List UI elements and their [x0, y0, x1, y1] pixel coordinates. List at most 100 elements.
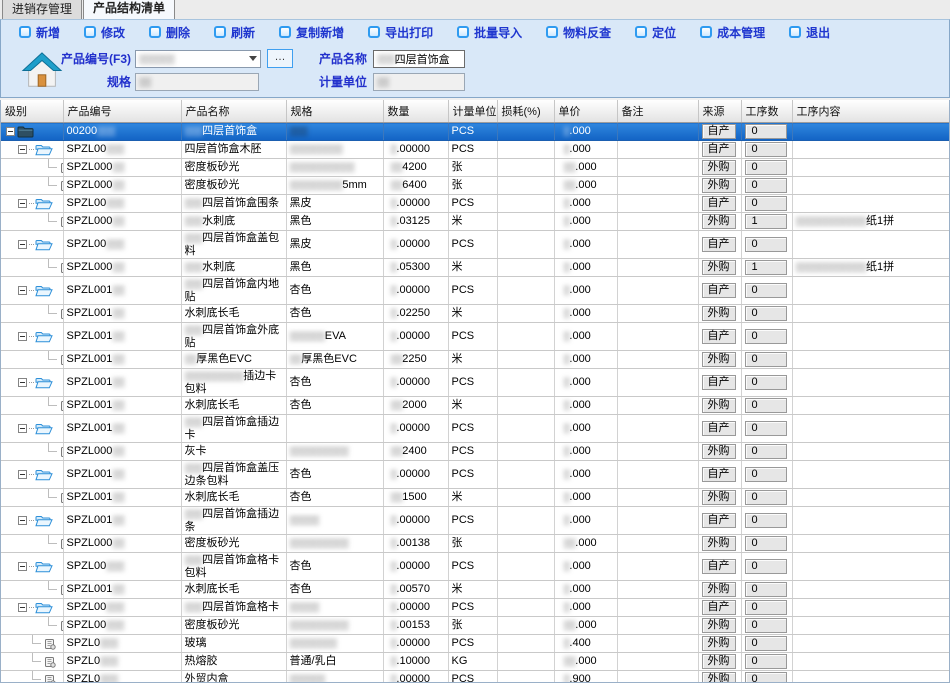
source-button[interactable]: 自产 — [702, 421, 736, 436]
collapse-toggle[interactable] — [18, 603, 27, 612]
source-button[interactable]: 外购 — [702, 444, 736, 459]
proc-count-button[interactable]: 0 — [745, 196, 787, 211]
toolbar-button-export-print[interactable]: 导出打印 — [368, 24, 433, 41]
toolbar-button-material-lookup[interactable]: 物料反查 — [546, 24, 611, 41]
source-button[interactable]: 自产 — [702, 124, 736, 139]
table-row[interactable]: SPZL000▒▒密度板砂光▒▒▒▒▒▒▒▒▒▒▒▒▒4200张▒▒.000外购… — [1, 159, 950, 177]
unit-field[interactable]: ▒▒ — [373, 73, 465, 91]
toolbar-button-modify[interactable]: 修改 — [84, 24, 125, 41]
source-button[interactable]: 自产 — [702, 283, 736, 298]
product-name-field[interactable]: ▒▒▒四层首饰盒 — [373, 50, 465, 68]
source-button[interactable]: 自产 — [702, 375, 736, 390]
proc-count-button[interactable]: 0 — [745, 672, 787, 683]
collapse-toggle[interactable] — [18, 332, 27, 341]
proc-count-button[interactable]: 0 — [745, 513, 787, 528]
toolbar-button-cost-management[interactable]: 成本管理 — [700, 24, 765, 41]
source-button[interactable]: 自产 — [702, 142, 736, 157]
proc-count-button[interactable]: 1 — [745, 260, 787, 275]
column-header-qty[interactable]: 数量 — [383, 100, 448, 123]
source-button[interactable]: 外购 — [702, 618, 736, 633]
column-header-source[interactable]: 来源 — [698, 100, 741, 123]
column-header-proc-content[interactable]: 工序内容 — [792, 100, 950, 123]
product-code-combobox[interactable]: ▒▒▒▒▒▒ — [135, 50, 261, 68]
browse-button[interactable]: … — [267, 49, 293, 68]
column-header-product-name[interactable]: 产品名称 — [181, 100, 286, 123]
collapse-toggle[interactable] — [18, 378, 27, 387]
column-header-loss[interactable]: 损耗(%) — [497, 100, 554, 123]
toolbar-button-delete[interactable]: 删除 — [149, 24, 190, 41]
toolbar-button-add[interactable]: 新增 — [19, 24, 60, 41]
collapse-toggle[interactable] — [6, 127, 15, 136]
table-row[interactable]: SPZL00▒▒▒四层首饰盒木胚▒▒▒▒▒▒▒▒▒▒.00000PCS▒.000… — [1, 141, 950, 159]
source-button[interactable]: 外购 — [702, 582, 736, 597]
proc-count-button[interactable]: 0 — [745, 636, 787, 651]
source-button[interactable]: 外购 — [702, 398, 736, 413]
proc-count-button[interactable]: 0 — [745, 178, 787, 193]
proc-count-button[interactable]: 0 — [745, 160, 787, 175]
source-button[interactable]: 外购 — [702, 672, 736, 683]
column-header-price[interactable]: 单价 — [554, 100, 617, 123]
table-row[interactable]: SPZL0▒▒▒热熔胶普通/乳白▒.10000KG▒▒.000外购0 — [1, 653, 950, 671]
source-button[interactable]: 自产 — [702, 513, 736, 528]
table-row[interactable]: SPZL00▒▒▒密度板砂光▒▒▒▒▒▒▒▒▒▒▒.00153张▒▒.000外购… — [1, 617, 950, 635]
proc-count-button[interactable]: 0 — [745, 490, 787, 505]
table-row[interactable]: SPZL001▒▒水刺底长毛杏色▒▒2000米▒.000外购0 — [1, 397, 950, 415]
source-button[interactable]: 外购 — [702, 260, 736, 275]
table-row[interactable]: SPZL001▒▒▒▒▒四层首饰盒盖压边条包料杏色▒.00000PCS▒.000… — [1, 461, 950, 489]
proc-count-button[interactable]: 0 — [745, 329, 787, 344]
toolbar-button-copy-add[interactable]: 复制新增 — [279, 24, 344, 41]
proc-count-button[interactable]: 0 — [745, 654, 787, 669]
column-header-note[interactable]: 备注 — [617, 100, 698, 123]
proc-count-button[interactable]: 0 — [745, 421, 787, 436]
column-header-level[interactable]: 级别 — [1, 100, 63, 123]
table-row[interactable]: SPZL001▒▒水刺底长毛杏色▒▒1500米▒.000外购0 — [1, 489, 950, 507]
proc-count-button[interactable]: 0 — [745, 142, 787, 157]
table-row[interactable]: SPZL000▒▒密度板砂光▒▒▒▒▒▒▒▒▒5mm▒▒6400张▒▒.000外… — [1, 177, 950, 195]
table-row[interactable]: SPZL001▒▒▒▒▒四层首饰盒内地贴杏色▒.00000PCS▒.000自产0 — [1, 277, 950, 305]
source-button[interactable]: 外购 — [702, 160, 736, 175]
collapse-toggle[interactable] — [18, 286, 27, 295]
proc-count-button[interactable]: 0 — [745, 600, 787, 615]
table-row[interactable]: SPZL00▒▒▒▒▒▒四层首饰盒格卡▒▒▒▒▒▒.00000PCS▒.000自… — [1, 599, 950, 617]
home-icon[interactable] — [21, 50, 63, 91]
toolbar-button-refresh[interactable]: 刷新 — [214, 24, 255, 41]
table-row[interactable]: SPZL000▒▒灰卡▒▒▒▒▒▒▒▒▒▒▒▒2400PCS▒.000外购0 — [1, 443, 950, 461]
collapse-toggle[interactable] — [18, 424, 27, 433]
source-button[interactable]: 自产 — [702, 196, 736, 211]
collapse-toggle[interactable] — [18, 240, 27, 249]
proc-count-button[interactable]: 0 — [745, 237, 787, 252]
collapse-toggle[interactable] — [18, 516, 27, 525]
column-header-proc-count[interactable]: 工序数 — [741, 100, 792, 123]
proc-count-button[interactable]: 0 — [745, 375, 787, 390]
toolbar-button-locate[interactable]: 定位 — [635, 24, 676, 41]
source-button[interactable]: 外购 — [702, 636, 736, 651]
collapse-toggle[interactable] — [18, 470, 27, 479]
proc-count-button[interactable]: 0 — [745, 444, 787, 459]
table-row[interactable]: SPZL00▒▒▒▒▒▒四层首饰盒围条黑皮▒.00000PCS▒.000自产0 — [1, 195, 950, 213]
toolbar-button-batch-import[interactable]: 批量导入 — [457, 24, 522, 41]
column-header-product-code[interactable]: 产品编号 — [63, 100, 181, 123]
proc-count-button[interactable]: 0 — [745, 124, 787, 139]
table-row[interactable]: SPZL001▒▒水刺底长毛杏色▒.00570米▒.000外购0 — [1, 581, 950, 599]
source-button[interactable]: 外购 — [702, 536, 736, 551]
table-row[interactable]: SPZL001▒▒水刺底长毛杏色▒.02250米▒.000外购0 — [1, 305, 950, 323]
proc-count-button[interactable]: 1 — [745, 214, 787, 229]
collapse-toggle[interactable] — [18, 562, 27, 571]
table-row[interactable]: SPZL001▒▒▒▒▒四层首饰盒插边卡▒.00000PCS▒.000自产0 — [1, 415, 950, 443]
table-row[interactable]: SPZL001▒▒▒▒厚黑色EVC▒▒厚黑色EVC▒▒2250米▒.000外购0 — [1, 351, 950, 369]
source-button[interactable]: 外购 — [702, 214, 736, 229]
proc-count-button[interactable]: 0 — [745, 398, 787, 413]
proc-count-button[interactable]: 0 — [745, 283, 787, 298]
source-button[interactable]: 外购 — [702, 306, 736, 321]
source-button[interactable]: 外购 — [702, 352, 736, 367]
proc-count-button[interactable]: 0 — [745, 559, 787, 574]
column-header-spec[interactable]: 规格 — [286, 100, 383, 123]
proc-count-button[interactable]: 0 — [745, 467, 787, 482]
tab-inventory[interactable]: 进销存管理 — [2, 0, 82, 19]
proc-count-button[interactable]: 0 — [745, 352, 787, 367]
tab-bom[interactable]: 产品结构清单 — [83, 0, 175, 19]
source-button[interactable]: 自产 — [702, 600, 736, 615]
table-row[interactable]: SPZL00▒▒▒▒▒▒四层首饰盒盖包料黑皮▒.00000PCS▒.000自产0 — [1, 231, 950, 259]
source-button[interactable]: 自产 — [702, 559, 736, 574]
proc-count-button[interactable]: 0 — [745, 582, 787, 597]
